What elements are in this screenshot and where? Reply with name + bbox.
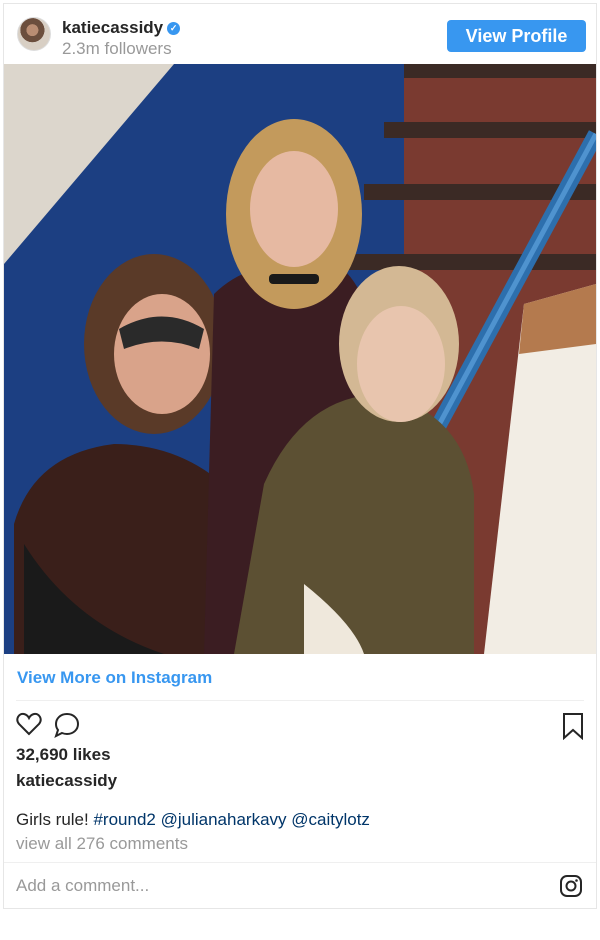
hashtag-link[interactable]: #round2 <box>93 810 155 829</box>
username-text: katiecassidy <box>62 18 164 37</box>
divider <box>16 700 584 701</box>
post-photo-illustration <box>4 64 596 654</box>
mention-link[interactable]: @julianaharkavy <box>161 810 287 829</box>
comment-icon[interactable] <box>54 712 80 738</box>
view-all-comments-link[interactable]: view all 276 comments <box>16 834 188 854</box>
instagram-icon[interactable] <box>559 874 583 898</box>
view-profile-button[interactable]: View Profile <box>447 20 586 52</box>
follower-count: 2.3m followers <box>62 39 172 58</box>
post-header: katiecassidy ✓ 2.3m followers View Profil… <box>4 4 596 64</box>
post-photo[interactable] <box>4 64 596 654</box>
like-count[interactable]: 32,690 likes <box>16 745 111 765</box>
username-link[interactable]: katiecassidy ✓ <box>62 18 181 38</box>
action-bar <box>4 708 596 744</box>
bookmark-icon[interactable] <box>562 712 584 740</box>
instagram-embed-card: katiecassidy ✓ 2.3m followers View Profil… <box>3 3 597 909</box>
view-more-on-instagram-link[interactable]: View More on Instagram <box>17 668 212 688</box>
divider <box>4 862 596 863</box>
add-comment-input[interactable]: Add a comment... <box>16 876 149 896</box>
post-caption: Girls rule! #round2 @julianaharkavy @cai… <box>16 810 370 830</box>
post-author[interactable]: katiecassidy <box>16 771 117 791</box>
caption-text: Girls rule! <box>16 810 94 829</box>
verified-badge-icon: ✓ <box>167 22 181 35</box>
mention-link[interactable]: @caitylotz <box>291 810 370 829</box>
avatar[interactable] <box>17 17 51 51</box>
heart-icon[interactable] <box>16 712 42 736</box>
